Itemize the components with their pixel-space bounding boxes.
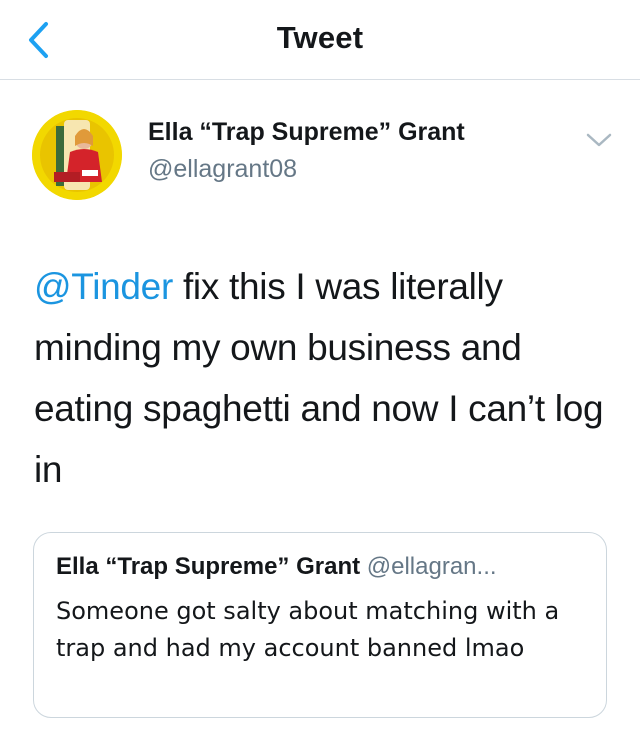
quoted-tweet-text: Someone got salty about matching with a …	[56, 597, 560, 662]
quoted-tweet-card[interactable]: Ella “Trap Supreme” Grant @ellagran... S…	[33, 532, 607, 718]
page-title: Tweet	[276, 20, 364, 55]
tweet-body: @Tinder fix this I was literally minding…	[34, 256, 614, 500]
avatar-image	[32, 110, 122, 200]
avatar[interactable]	[32, 110, 122, 200]
chevron-down-icon	[586, 133, 612, 147]
tweet-options-button[interactable]	[584, 130, 614, 150]
mention-link[interactable]: @Tinder	[34, 266, 173, 307]
author-handle[interactable]: @ellagrant08	[148, 155, 297, 184]
author-display-name[interactable]: Ella “Trap Supreme” Grant	[148, 118, 465, 147]
quoted-author-handle: @ellagran...	[366, 553, 497, 580]
quoted-tweet-header: Ella “Trap Supreme” Grant @ellagran...	[56, 553, 497, 581]
nav-bar: Tweet	[0, 0, 640, 80]
quoted-author-name: Ella “Trap Supreme” Grant	[56, 553, 361, 580]
